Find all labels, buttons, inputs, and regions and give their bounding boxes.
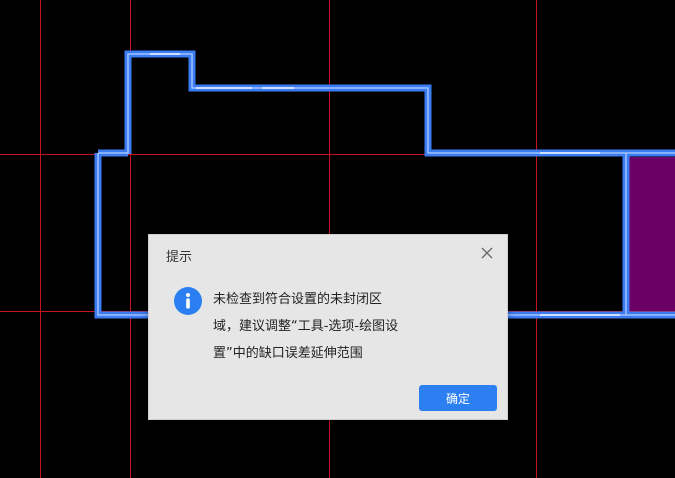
ok-button[interactable]: 确定 — [419, 385, 497, 411]
hint-dialog: 提示 未检查到符合设置的未封闭区域，建议调整“工具-选项-绘图设置”中的缺口误差… — [148, 234, 508, 420]
dialog-message: 未检查到符合设置的未封闭区域，建议调整“工具-选项-绘图设置”中的缺口误差延伸范… — [213, 292, 399, 361]
room-fill — [629, 157, 675, 318]
close-icon[interactable] — [479, 245, 495, 261]
info-icon — [174, 287, 202, 315]
dialog-title: 提示 — [166, 250, 193, 265]
